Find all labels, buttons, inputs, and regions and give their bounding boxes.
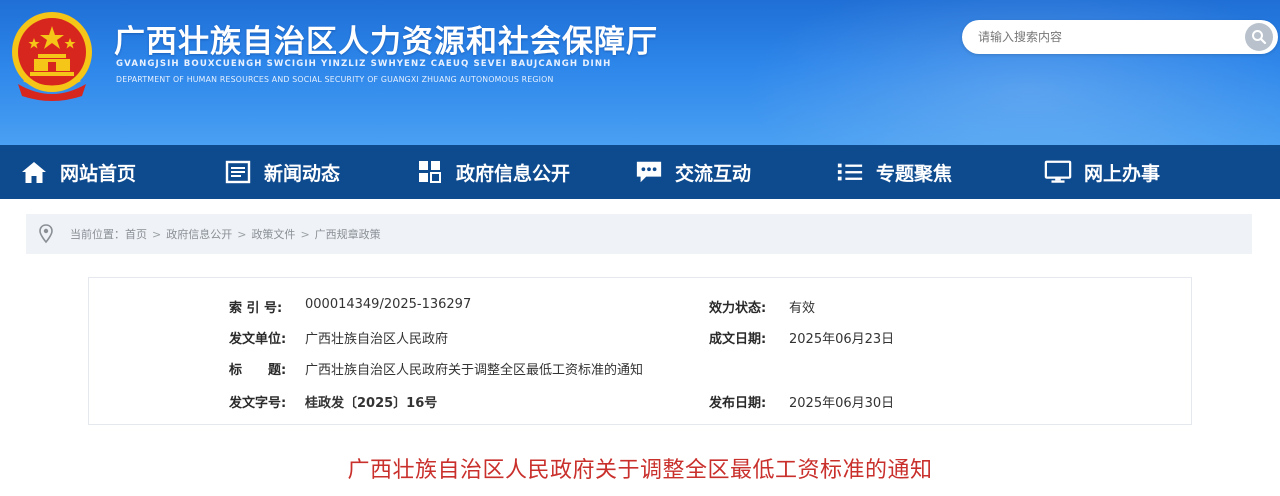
- breadcrumb-separator: >: [237, 228, 247, 241]
- chat-icon: [635, 158, 663, 186]
- site-title[interactable]: 广西壮族自治区人力资源和社会保障厅: [114, 16, 658, 61]
- breadcrumb-separator: >: [152, 228, 162, 241]
- document-info-table: 索 引 号: 000014349/2025-136297 效力状态: 有效 发文…: [88, 277, 1192, 425]
- breadcrumb-guangxi-regulations[interactable]: 广西规章政策: [315, 226, 381, 242]
- nav-label: 专题聚焦: [876, 162, 953, 185]
- breadcrumb-gov-info[interactable]: 政府信息公开: [166, 226, 232, 242]
- nav-label: 交流互动: [675, 162, 752, 185]
- news-icon: [224, 158, 252, 186]
- search-icon: [1252, 30, 1267, 45]
- written-date-label: 成文日期:: [709, 332, 767, 347]
- nav-item-news[interactable]: 新闻动态: [224, 145, 340, 199]
- title-value: 广西壮族自治区人民政府关于调整全区最低工资标准的通知: [305, 363, 644, 378]
- document-number-label: 发文字号:: [229, 396, 287, 411]
- site-header: 广西壮族自治区人力资源和社会保障厅 GVANGJSIH BOUXCUENGH S…: [0, 0, 1280, 145]
- search-box: [962, 20, 1278, 54]
- title-label: 标 题:: [229, 363, 287, 378]
- nav-label: 政府信息公开: [456, 162, 571, 185]
- validity-status-value: 有效: [789, 301, 816, 316]
- nav-item-home[interactable]: 网站首页: [20, 145, 136, 199]
- published-date-label: 发布日期:: [709, 396, 767, 411]
- nav-item-online-services[interactable]: 网上办事: [1044, 145, 1160, 199]
- home-icon: [20, 158, 48, 186]
- breadcrumb-prefix: 当前位置：: [70, 228, 125, 241]
- main-nav: 网站首页 新闻动态 政府信息公开 交流互动 专题聚焦 网上办事: [0, 145, 1280, 199]
- document-title: 广西壮族自治区人民政府关于调整全区最低工资标准的通知: [347, 458, 933, 483]
- nav-item-interaction[interactable]: 交流互动: [635, 145, 751, 199]
- site-title-pinyin: GVANGJSIH BOUXCUENGH SWCIGIH YINZLIZ SWH…: [116, 59, 612, 69]
- issuer-value: 广西壮族自治区人民政府: [305, 332, 449, 347]
- index-number-value: 000014349/2025-136297: [305, 297, 472, 312]
- written-date-value: 2025年06月23日: [789, 332, 895, 347]
- breadcrumb: 当前位置：首页 > 政府信息公开 > 政策文件 > 广西规章政策: [26, 214, 1252, 254]
- breadcrumb-policy-docs[interactable]: 政策文件: [251, 226, 295, 242]
- monitor-icon: [1044, 158, 1072, 186]
- site-title-english: DEPARTMENT OF HUMAN RESOURCES AND SOCIAL…: [116, 75, 554, 84]
- breadcrumb-separator: >: [300, 228, 310, 241]
- nav-item-gov-info[interactable]: 政府信息公开: [416, 145, 570, 199]
- nav-label: 网上办事: [1084, 162, 1161, 185]
- list-icon: [836, 158, 864, 186]
- nav-label: 网站首页: [60, 162, 137, 185]
- validity-status-label: 效力状态:: [709, 301, 767, 316]
- search-input[interactable]: [978, 27, 1228, 47]
- search-button[interactable]: [1245, 23, 1273, 51]
- location-pin-icon: [39, 224, 53, 244]
- published-date-value: 2025年06月30日: [789, 396, 895, 411]
- national-emblem-icon[interactable]: [10, 10, 94, 102]
- issuer-label: 发文单位:: [229, 332, 287, 347]
- index-number-label: 索 引 号:: [229, 301, 283, 316]
- breadcrumb-home[interactable]: 首页: [125, 226, 147, 242]
- grid-icon: [416, 158, 444, 186]
- document-number-value: 桂政发〔2025〕16号: [305, 396, 438, 411]
- nav-item-special-topics[interactable]: 专题聚焦: [836, 145, 952, 199]
- nav-label: 新闻动态: [264, 162, 341, 185]
